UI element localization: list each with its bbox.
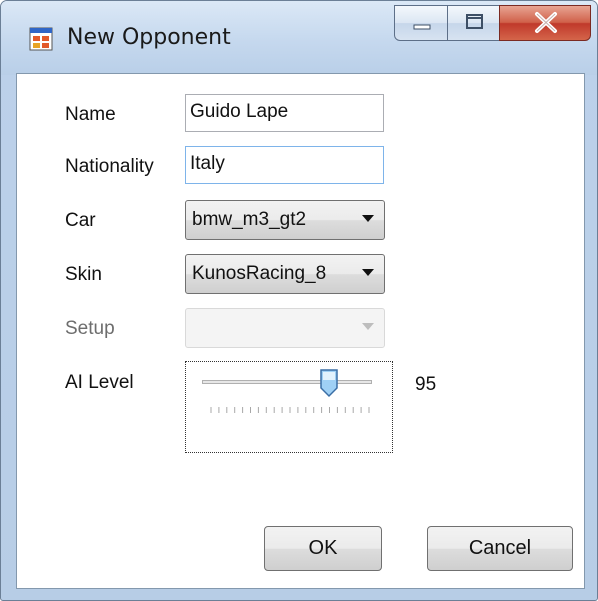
maximize-button[interactable] [447, 5, 500, 41]
car-select[interactable]: bmw_m3_gt2 [185, 200, 385, 240]
minimize-button[interactable] [394, 5, 448, 41]
skin-label: Skin [65, 264, 102, 285]
setup-label: Setup [65, 318, 115, 339]
dialog-client-area: Name Guido Lape Nationality Italy Car bm… [16, 73, 585, 589]
window-title: New Opponent [67, 25, 231, 50]
car-label: Car [65, 210, 96, 231]
chevron-down-icon [362, 269, 374, 276]
dialog-window: New Opponent Name Guido Lape Nationality… [0, 0, 598, 601]
title-bar[interactable]: New Opponent [1, 1, 597, 75]
close-icon [535, 12, 557, 33]
slider-ticks [210, 407, 370, 413]
minimize-icon [413, 24, 431, 30]
chevron-down-icon [362, 215, 374, 222]
maximize-icon [466, 14, 483, 29]
slider-thumb[interactable] [319, 368, 339, 398]
ai-level-slider[interactable] [185, 361, 393, 453]
chevron-down-icon [362, 323, 374, 330]
skin-select[interactable]: KunosRacing_8 [185, 254, 385, 294]
close-button[interactable] [499, 5, 591, 41]
nationality-input[interactable]: Italy [185, 146, 384, 184]
car-select-value: bmw_m3_gt2 [192, 209, 307, 230]
ai-level-label: AI Level [65, 372, 134, 393]
slider-track [202, 380, 372, 384]
ai-level-value: 95 [415, 374, 437, 395]
setup-select[interactable] [185, 308, 385, 348]
nationality-label: Nationality [65, 156, 154, 177]
name-label: Name [65, 104, 116, 125]
name-input[interactable]: Guido Lape [185, 94, 384, 132]
cancel-button[interactable]: Cancel [427, 526, 573, 571]
skin-select-value: KunosRacing_8 [192, 263, 327, 284]
ok-button[interactable]: OK [264, 526, 382, 571]
form-window-icon [29, 27, 53, 51]
